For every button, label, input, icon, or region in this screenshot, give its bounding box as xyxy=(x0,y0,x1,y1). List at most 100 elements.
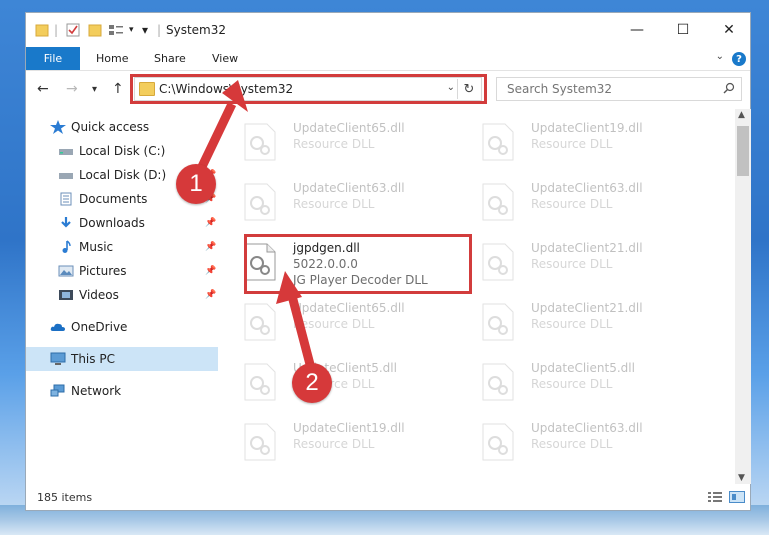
file-item[interactable]: UpdateClient63.dll Resource DLL xyxy=(476,417,706,469)
file-name: UpdateClient63.dll xyxy=(293,181,405,195)
dll-file-icon xyxy=(482,423,514,461)
up-button[interactable]: ↑ xyxy=(112,81,124,97)
file-item[interactable]: UpdateClient63.dll Resource DLL xyxy=(238,177,468,229)
file-name: UpdateClient63.dll xyxy=(531,181,643,195)
file-type: Resource DLL xyxy=(531,197,613,211)
qat-dropdown-icon[interactable]: ▾ xyxy=(129,22,134,38)
close-button[interactable]: ✕ xyxy=(706,13,752,47)
minimize-button[interactable]: — xyxy=(614,13,660,47)
sidebar-item-videos[interactable]: Videos 📌 xyxy=(26,283,218,307)
dll-file-icon xyxy=(244,183,276,221)
drive-icon xyxy=(59,173,73,179)
file-name: UpdateClient21.dll xyxy=(531,301,643,315)
customize-view-icon[interactable] xyxy=(108,22,126,38)
file-name: UpdateClient63.dll xyxy=(531,421,643,435)
vertical-scrollbar[interactable]: ▲ ▼ xyxy=(735,109,751,484)
file-item[interactable]: UpdateClient21.dll Resource DLL xyxy=(476,297,706,349)
new-folder-icon[interactable] xyxy=(88,22,102,38)
sidebar-item-label: Music xyxy=(79,240,114,254)
file-type: Resource DLL xyxy=(293,137,375,151)
drive-icon xyxy=(59,149,73,155)
sidebar-item-onedrive[interactable]: OneDrive xyxy=(26,315,218,339)
sidebar-item-local-disk-c[interactable]: Local Disk (C:) xyxy=(26,139,218,163)
dll-file-icon xyxy=(244,423,276,461)
qat-customize-icon[interactable]: ▾ xyxy=(142,22,148,38)
search-input[interactable] xyxy=(505,81,709,97)
sidebar-item-label: OneDrive xyxy=(71,320,128,334)
pin-icon[interactable]: 📌 xyxy=(205,290,216,300)
sidebar-item-label: This PC xyxy=(71,352,115,366)
pin-icon[interactable]: 📌 xyxy=(205,266,216,276)
dll-file-icon xyxy=(244,123,276,161)
recent-locations-icon[interactable]: ▾ xyxy=(92,84,97,95)
address-highlight xyxy=(130,74,487,104)
expand-ribbon-icon[interactable]: ⌄ xyxy=(716,51,724,62)
sidebar-item-label: Videos xyxy=(79,288,119,302)
file-item[interactable]: UpdateClient65.dll Resource DLL xyxy=(238,297,468,349)
file-type: Resource DLL xyxy=(531,257,613,271)
dll-file-icon xyxy=(482,363,514,401)
videos-icon xyxy=(59,290,73,300)
address-row: ← → ▾ ↑ C:\Windows\System32 ⌄ ↻ xyxy=(26,71,750,109)
status-bar: 185 items xyxy=(26,486,750,510)
sidebar-item-quick-access[interactable]: Quick access xyxy=(26,115,218,139)
forward-button[interactable]: → xyxy=(66,81,78,97)
help-icon[interactable]: ? xyxy=(732,52,746,66)
sidebar-item-this-pc[interactable]: This PC xyxy=(26,347,218,371)
search-icon[interactable] xyxy=(723,82,735,94)
file-item[interactable]: UpdateClient19.dll Resource DLL xyxy=(476,117,706,169)
music-icon xyxy=(62,240,71,253)
file-highlight xyxy=(244,234,472,294)
scroll-down-icon[interactable]: ▼ xyxy=(738,473,745,483)
separator: | xyxy=(54,23,59,37)
tab-home[interactable]: Home xyxy=(96,47,128,70)
tab-share[interactable]: Share xyxy=(154,47,186,70)
scrollbar-thumb[interactable] xyxy=(737,126,749,176)
back-button[interactable]: ← xyxy=(37,81,49,97)
sidebar-item-network[interactable]: Network xyxy=(26,379,218,403)
file-item[interactable]: UpdateClient5.dll Resource DLL xyxy=(476,357,706,409)
file-explorer-window: | ▾ ▾ | System32 — ☐ ✕ File Home Share V… xyxy=(25,12,751,511)
file-type: Resource DLL xyxy=(531,137,613,151)
file-name: UpdateClient21.dll xyxy=(531,241,643,255)
pictures-icon xyxy=(58,265,74,277)
maximize-button[interactable]: ☐ xyxy=(660,13,706,47)
pin-icon[interactable]: 📌 xyxy=(205,242,216,252)
properties-icon[interactable] xyxy=(66,22,80,38)
sidebar-item-downloads[interactable]: Downloads 📌 xyxy=(26,211,218,235)
pin-icon[interactable]: 📌 xyxy=(205,218,216,228)
sidebar-item-label: Documents xyxy=(79,192,148,206)
file-name: UpdateClient19.dll xyxy=(293,421,405,435)
file-type: Resource DLL xyxy=(293,437,375,451)
file-item[interactable]: UpdateClient21.dll Resource DLL xyxy=(476,237,706,289)
star-icon xyxy=(50,120,66,134)
tiles-view-icon[interactable] xyxy=(729,491,745,503)
file-item[interactable]: UpdateClient5.dll Resource DLL xyxy=(238,357,468,409)
scroll-up-icon[interactable]: ▲ xyxy=(738,110,745,120)
sidebar-item-pictures[interactable]: Pictures 📌 xyxy=(26,259,218,283)
file-list: UpdateClient65.dll Resource DLL UpdateCl… xyxy=(238,109,738,484)
search-box[interactable] xyxy=(496,77,742,101)
dll-file-icon xyxy=(244,363,276,401)
window-title: System32 xyxy=(166,23,227,37)
file-type: Resource DLL xyxy=(531,377,613,391)
file-item[interactable]: UpdateClient65.dll Resource DLL xyxy=(238,117,468,169)
dll-file-icon xyxy=(482,243,514,281)
title-bar: | ▾ ▾ | System32 — ☐ ✕ xyxy=(26,13,750,47)
sidebar-item-label: Pictures xyxy=(79,264,127,278)
annotation-badge-1: 1 xyxy=(176,164,216,204)
tab-file[interactable]: File xyxy=(26,47,80,70)
dll-file-icon xyxy=(482,303,514,341)
computer-icon xyxy=(50,352,66,365)
tab-view[interactable]: View xyxy=(212,47,238,70)
file-item[interactable]: UpdateClient19.dll Resource DLL xyxy=(238,417,468,469)
file-name: UpdateClient65.dll xyxy=(293,301,405,315)
sidebar-item-music[interactable]: Music 📌 xyxy=(26,235,218,259)
sidebar-item-label: Downloads xyxy=(79,216,145,230)
network-icon xyxy=(50,384,65,397)
details-view-icon[interactable] xyxy=(707,491,723,503)
sidebar-item-label: Quick access xyxy=(71,120,150,134)
file-name: UpdateClient19.dll xyxy=(531,121,643,135)
ribbon-tabs: File Home Share View ⌄ ? xyxy=(26,47,750,71)
file-item[interactable]: UpdateClient63.dll Resource DLL xyxy=(476,177,706,229)
